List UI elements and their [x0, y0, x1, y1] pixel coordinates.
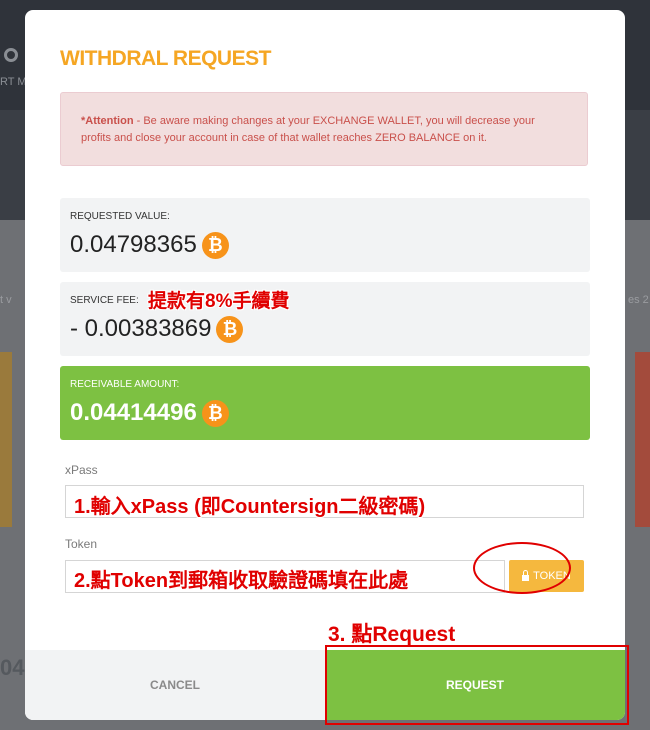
service-fee-box: SERVICE FEE: - 0.00383869 ₿ — [60, 282, 590, 356]
receivable-amount: 0.04414496 — [70, 399, 197, 426]
annotation-rectangle — [325, 645, 629, 725]
alert-prefix: *Attention — [81, 115, 134, 127]
service-fee-amount: - 0.00383869 — [70, 315, 212, 342]
annotation-step-2: 2.點Token到郵箱收取驗證碼填在此處 — [74, 570, 409, 592]
background-label: t v — [0, 294, 12, 306]
annotation-step-3: 3. 點Request — [328, 623, 456, 646]
cancel-button-label: CANCEL — [150, 678, 200, 692]
service-fee-value: - 0.00383869 ₿ — [70, 315, 244, 343]
modal-title: WITHDRAL REQUEST — [60, 47, 271, 70]
background-card — [635, 352, 650, 527]
annotation-step-1: 1.輸入xPass (即Countersign二級密碼) — [74, 496, 426, 518]
withdraw-modal: WITHDRAL REQUEST *Attention - Be aware m… — [25, 10, 625, 720]
receivable-amount-label: RECEIVABLE AMOUNT: — [70, 379, 180, 390]
annotation-fee-note: 提款有8%手續費 — [148, 291, 290, 312]
requested-value: 0.04798365 ₿ — [70, 231, 229, 259]
annotation-circle — [473, 542, 571, 594]
service-fee-label: SERVICE FEE: — [70, 295, 139, 306]
bitcoin-icon: ₿ — [216, 315, 244, 343]
background-number: 04 — [0, 655, 25, 680]
gear-icon — [4, 48, 18, 62]
requested-value-box: REQUESTED VALUE: 0.04798365 ₿ — [60, 198, 590, 272]
xpass-label: xPass — [65, 463, 98, 477]
token-label: Token — [65, 537, 98, 551]
background-label: es 2 — [628, 294, 649, 306]
bitcoin-icon: ₿ — [201, 231, 229, 259]
alert-text: - Be aware making changes at your EXCHAN… — [81, 115, 535, 144]
receivable-amount-box: RECEIVABLE AMOUNT: 0.04414496 ₿ — [60, 366, 590, 440]
background-label: RT M — [0, 76, 27, 88]
bitcoin-icon: ₿ — [201, 399, 229, 427]
requested-value-label: REQUESTED VALUE: — [70, 211, 170, 222]
receivable-amount-value: 0.04414496 ₿ — [70, 399, 229, 427]
cancel-button[interactable]: CANCEL — [25, 650, 325, 720]
background-card — [0, 352, 12, 527]
attention-alert: *Attention - Be aware making changes at … — [60, 92, 588, 166]
requested-value-amount: 0.04798365 — [70, 231, 197, 258]
